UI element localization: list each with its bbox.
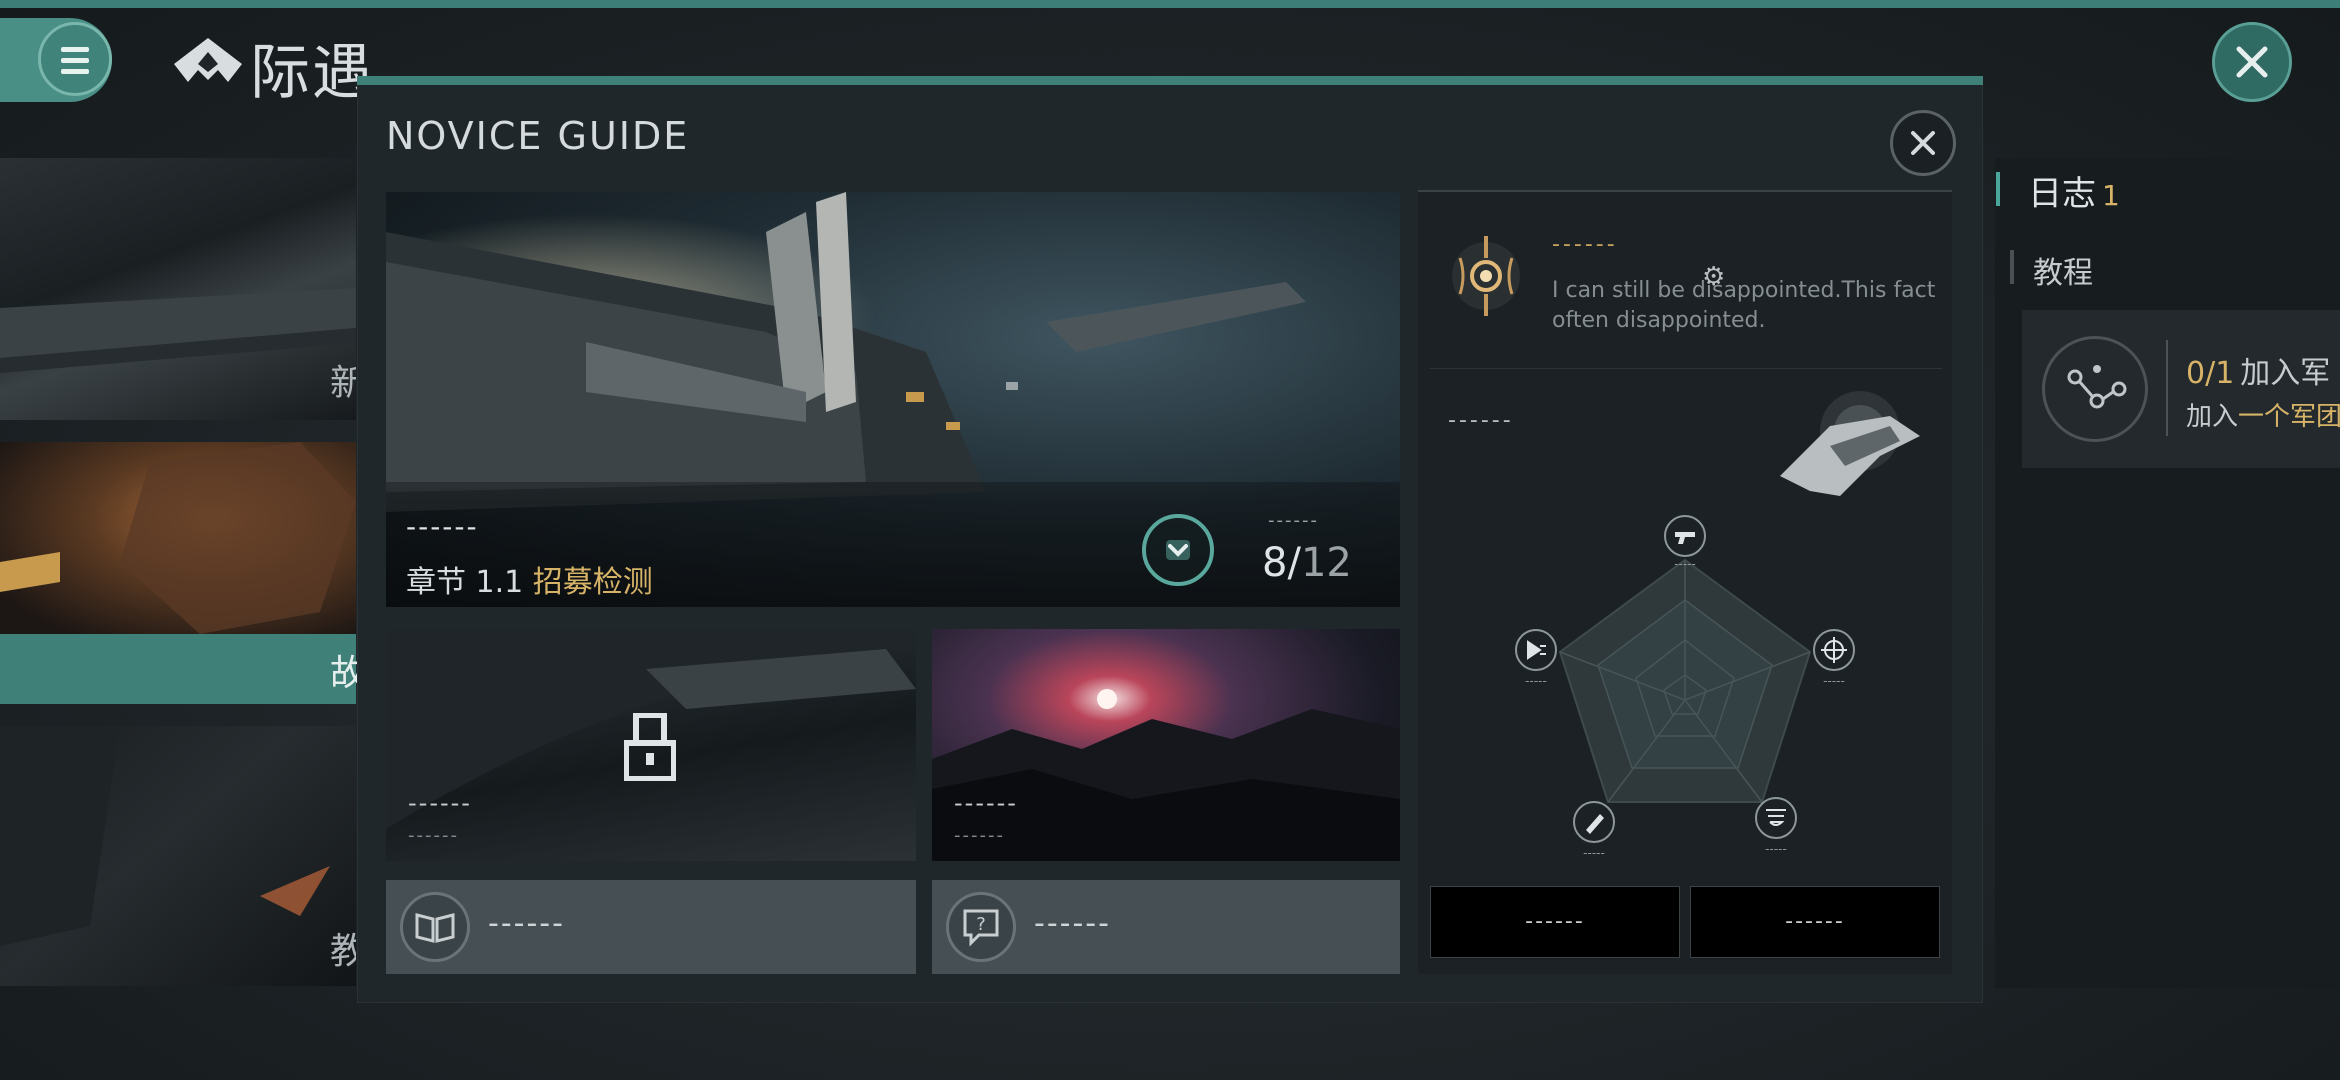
left-card-2[interactable] [0, 442, 356, 634]
task-progress-text: 加入军 [2240, 356, 2331, 391]
help-icon: ? [946, 892, 1016, 962]
logo-icon [174, 38, 242, 82]
left-card-2-art [0, 442, 356, 634]
nebula-card-subtitle: ------ [954, 825, 1005, 846]
tutorial-section-label[interactable]: 教程 [2033, 248, 2093, 292]
gear-icon[interactable]: ⚙ [1702, 262, 1725, 292]
ship-action-left-label: ------ [1525, 909, 1585, 934]
radar-label-3: ----- [1583, 846, 1605, 860]
menu-button[interactable] [0, 18, 118, 102]
chapter-progress: 8/12 [1262, 540, 1352, 586]
left-card-1[interactable]: 新 [0, 158, 356, 420]
log-header-bar [1996, 172, 2000, 206]
nebula-chapter-card[interactable]: ------ ------ [932, 629, 1400, 861]
close-icon [1911, 131, 1935, 155]
top-accent-strip [0, 0, 2340, 8]
ship-name: ------ [1448, 408, 1514, 433]
left-card-2-bar[interactable]: 故 [0, 634, 366, 704]
left-card-1-art [0, 288, 356, 373]
chapter-progress-current: 8/ [1262, 540, 1301, 586]
network-icon [2042, 336, 2148, 442]
ship-info-divider [1430, 368, 1942, 369]
chapter-progress-label: ------ [1268, 510, 1319, 531]
log-count: 1 [2102, 179, 2120, 212]
radar-label-0: ----- [1674, 557, 1696, 571]
locked-card-title: ------ [408, 789, 472, 817]
chapter-name: 招募检测 [532, 565, 653, 600]
radar-label-1: ----- [1823, 674, 1845, 688]
ship-info-top-line [1418, 190, 1952, 192]
close-icon [2236, 46, 2268, 78]
tutorial-section-bar [2010, 250, 2014, 284]
log-title-text: 日志 [2028, 174, 2096, 214]
left-card-1-label: 新 [330, 363, 356, 404]
help-label: ------ [1034, 906, 1111, 941]
ship-attribute-radar: ----- ----- ----- ----- ----- [1515, 515, 1855, 860]
ship-action-right-button[interactable]: ------ [1690, 886, 1940, 958]
left-card-3[interactable]: 教 [0, 726, 356, 986]
ship-action-right-label: ------ [1785, 909, 1845, 934]
dialog-title: NOVICE GUIDE [386, 114, 690, 158]
tip-text: I can still be disappointed.This fact of… [1552, 278, 1936, 333]
ship-action-left-button[interactable]: ------ [1430, 886, 1680, 958]
chevron-down-icon [1166, 540, 1190, 560]
task-divider [2166, 340, 2168, 436]
dialog-close-button[interactable] [1890, 110, 1956, 176]
task-desc-prefix: 加入 [2186, 402, 2239, 432]
left-card-3-label: 教 [330, 931, 356, 972]
locked-card-subtitle: ------ [408, 825, 459, 846]
dialog-top-accent [357, 76, 1983, 85]
task-description: 加入一个军团 [2186, 396, 2340, 433]
close-button[interactable] [2212, 22, 2292, 102]
help-button[interactable]: ? ------ [932, 880, 1400, 974]
book-icon [400, 892, 470, 962]
chapter-banner[interactable]: ------ 章节 1.1 招募检测 ------ 8/12 [386, 192, 1400, 607]
chapter-title: ------ [406, 510, 479, 543]
lock-icon [624, 713, 676, 781]
expand-button[interactable] [1142, 514, 1214, 586]
nebula-card-title: ------ [954, 789, 1018, 817]
chapter-number: 章节 1.1 [406, 565, 533, 600]
svg-text:?: ? [976, 914, 986, 935]
log-title[interactable]: 日志 1 [2028, 166, 2120, 215]
left-card-3-art [0, 726, 330, 946]
locked-chapter-card[interactable]: ------ ------ [386, 629, 916, 861]
radar-label-2: ----- [1765, 842, 1787, 856]
menu-icon [38, 22, 112, 96]
guide-book-label: ------ [488, 906, 565, 941]
chapter-progress-total: 12 [1300, 540, 1352, 586]
guide-book-button[interactable]: ------ [386, 880, 916, 974]
radar-label-4: ----- [1525, 674, 1547, 688]
ship-icon [1780, 391, 1920, 496]
task-desc-highlight: 一个军团 [2238, 402, 2340, 432]
task-progress-value: 0/1 [2186, 356, 2235, 391]
chapter-label: 章节 1.1 招募检测 [406, 557, 653, 601]
tip-title: ------ [1552, 232, 1618, 257]
task-progress: 0/1 加入军 [2186, 348, 2330, 392]
app-title: 际遇 [250, 38, 374, 108]
emblem-icon [1452, 236, 1520, 316]
